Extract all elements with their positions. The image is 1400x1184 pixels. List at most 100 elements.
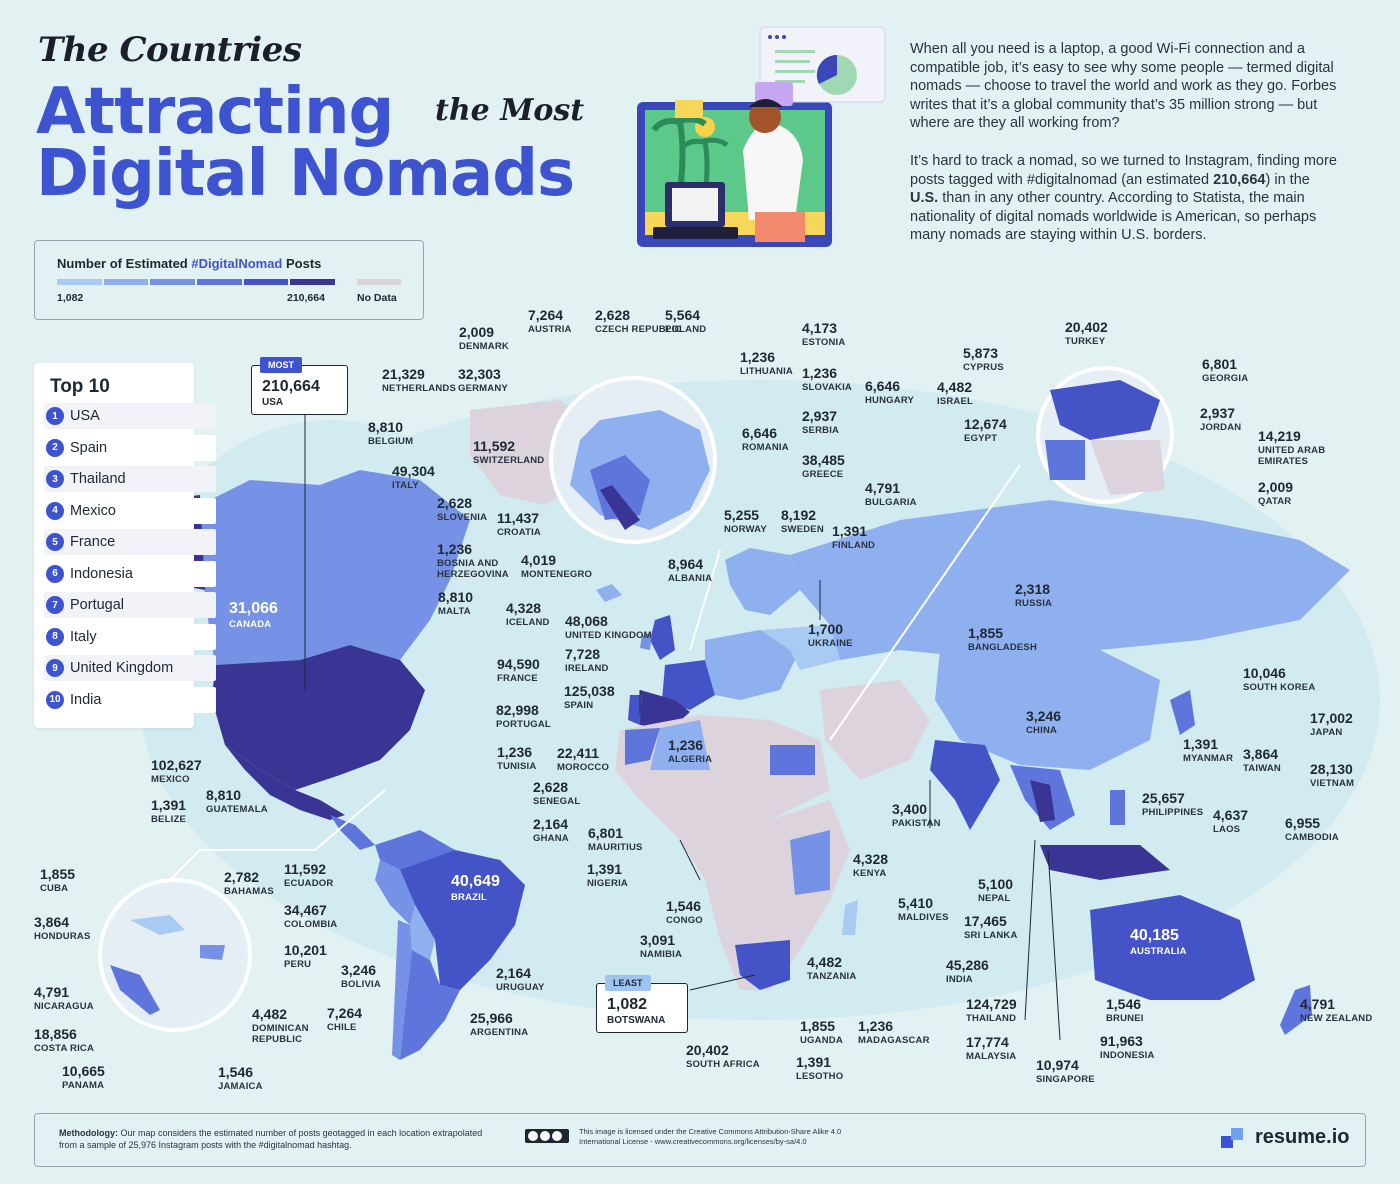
country-value: 3,864 [34, 914, 70, 930]
country-value: 1,546 [1106, 996, 1142, 1012]
country-label: 2,164 URUGUAY [496, 966, 545, 994]
country-label: 4,328 KENYA [853, 852, 888, 880]
country-value: 4,328 [853, 851, 889, 867]
country-label: 4,791 NICARAGUA [34, 985, 94, 1013]
country-value: 1,236 [497, 744, 533, 760]
country-value: 91,963 [1100, 1033, 1143, 1049]
country-value: 1,391 [151, 797, 187, 813]
country-value: 6,801 [1202, 356, 1238, 372]
country-name: QATAR [1258, 496, 1292, 507]
country-label: 1,236 TUNISIA [497, 745, 536, 773]
top10-rank: 6 [46, 564, 64, 583]
country-label: 1,391 MYANMAR [1183, 737, 1233, 765]
country-name: UNITED KINGDOM [565, 630, 652, 641]
country-value: 14,219 [1258, 428, 1301, 444]
country-value: 1,855 [968, 625, 1004, 641]
least-value: 1,082 [607, 996, 648, 1013]
top10-item: 5 France [44, 529, 216, 555]
country-name: EGYPT [964, 433, 998, 444]
country-label: 6,646 HUNGARY [865, 379, 914, 407]
country-value: 5,255 [724, 507, 760, 523]
country-label: 102,627 MEXICO [151, 758, 202, 786]
most-tag: MOST [260, 357, 302, 373]
country-value: 4,637 [1213, 807, 1249, 823]
country-label: 17,774 MALAYSIA [966, 1035, 1016, 1063]
country-label: 124,729 THAILAND [966, 997, 1017, 1025]
country-name: ALBANIA [668, 573, 713, 584]
country-name: AUSTRIA [528, 324, 572, 335]
top10-country: Mexico [70, 502, 116, 519]
country-label: 94,590 FRANCE [497, 657, 540, 685]
country-value: 31,066 [229, 600, 278, 617]
top10-rank: 1 [46, 407, 64, 425]
country-value: 6,646 [865, 378, 901, 394]
country-label: 5,410 MALDIVES [898, 896, 949, 924]
country-label: 2,009 QATAR [1258, 480, 1293, 508]
country-value: 38,485 [802, 452, 845, 468]
country-label: 10,201 PERU [284, 943, 327, 971]
country-name: BRAZIL [451, 892, 488, 903]
country-name: DOMINICAN REPUBLIC [252, 1023, 309, 1045]
top10-rank: 5 [46, 533, 64, 551]
country-label: 7,264 AUSTRIA [528, 308, 572, 336]
resume-io-logo-icon [1221, 1128, 1243, 1148]
country-value: 4,482 [807, 954, 843, 970]
country-name: HONDURAS [34, 931, 91, 942]
country-value: 2,164 [496, 965, 532, 981]
country-value: 1,236 [802, 365, 838, 381]
country-value: 8,810 [438, 589, 474, 605]
country-name: JORDAN [1200, 422, 1242, 433]
country-name: CAMBODIA [1285, 832, 1339, 843]
country-name: SPAIN [564, 700, 594, 711]
country-label: 82,998 PORTUGAL [496, 703, 551, 731]
country-name: GEORGIA [1202, 373, 1249, 384]
country-value: 22,411 [557, 745, 600, 761]
country-label: 3,864 HONDURAS [34, 915, 91, 943]
country-value: 49,304 [392, 463, 435, 479]
top10-country: Portugal [70, 597, 125, 613]
top10-item: 6 Indonesia [44, 560, 216, 587]
country-name: PERU [284, 959, 312, 970]
country-name: LITHUANIA [740, 366, 793, 377]
country-label: 6,801 GEORGIA [1202, 357, 1248, 385]
country-value: 1,236 [740, 349, 776, 365]
country-value: 2,318 [1015, 581, 1051, 597]
top10-item: 1 USA [44, 403, 216, 429]
country-name: CHINA [1026, 725, 1058, 736]
country-name: BAHAMAS [224, 886, 274, 897]
country-label: 11,437 CROATIA [497, 511, 541, 539]
country-value: 7,728 [565, 646, 601, 662]
country-value: 1,700 [808, 621, 844, 637]
country-value: 4,791 [865, 480, 901, 496]
country-value: 28,130 [1310, 761, 1353, 777]
country-name: MOROCCO [557, 762, 610, 773]
country-label: 5,564 POLAND [665, 308, 706, 336]
country-value: 102,627 [151, 757, 202, 773]
country-label: 31,066 CANADA [229, 601, 278, 631]
country-value: 1,236 [437, 541, 473, 557]
country-name: ARGENTINA [470, 1027, 529, 1038]
country-value: 25,966 [470, 1010, 513, 1026]
country-label: 8,964 ALBANIA [668, 557, 712, 585]
country-value: 7,264 [528, 307, 564, 323]
country-label: 6,646 ROMANIA [742, 426, 789, 454]
country-value: 6,646 [742, 425, 778, 441]
top10-heading: Top 10 [50, 376, 110, 397]
country-value: 11,592 [473, 438, 516, 454]
country-label: 2,937 JORDAN [1200, 406, 1241, 434]
country-label: 1,391 BELIZE [151, 798, 186, 826]
country-name: TAIWAN [1243, 763, 1281, 774]
country-name: TUNISIA [497, 761, 537, 772]
country-label: 125,038 SPAIN [564, 684, 615, 712]
country-value: 1,391 [796, 1054, 832, 1070]
country-name: SLOVENIA [437, 512, 488, 523]
country-value: 1,546 [666, 898, 702, 914]
country-label: 1,236 SLOVAKIA [802, 366, 852, 394]
top10-item: 4 Mexico [44, 497, 216, 524]
country-value: 8,192 [781, 507, 817, 523]
country-name: MYANMAR [1183, 753, 1234, 764]
country-value: 5,564 [665, 307, 701, 323]
country-label: 5,100 NEPAL [978, 877, 1013, 905]
country-label: 1,391 FINLAND [832, 524, 875, 552]
country-value: 10,046 [1243, 665, 1286, 681]
